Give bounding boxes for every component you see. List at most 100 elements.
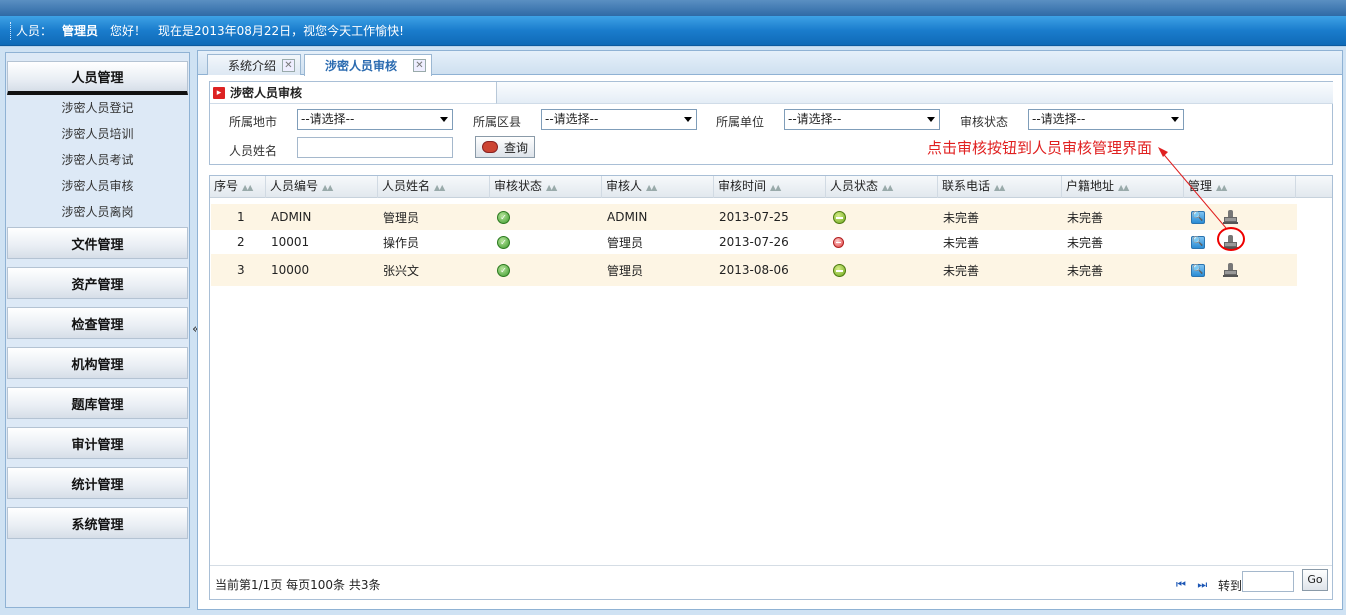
approved-check-icon: ✓ xyxy=(497,263,510,277)
table-row[interactable]: 2 10001 操作员 ✓ 管理员 2013-07-26 未完善 未完善 🔍 xyxy=(211,230,1297,254)
sidebar-group-system[interactable]: 系统管理 xyxy=(7,507,188,539)
cell-address: 未完善 xyxy=(1067,263,1104,278)
column-header[interactable]: 审核人 ▲▲ xyxy=(602,176,714,198)
column-header[interactable]: 联系电话 ▲▲ xyxy=(938,176,1062,198)
sidebar: 人员管理 涉密人员登记 涉密人员培训 涉密人员考试 涉密人员审核 涉密人员离岗 … xyxy=(5,52,190,608)
column-header[interactable]: 审核状态 ▲▲ xyxy=(490,176,602,198)
pager-info: 当前第1/1页 每页100条 共3条 xyxy=(215,578,381,592)
person-name-input[interactable] xyxy=(297,137,453,158)
sidebar-group-audit-log[interactable]: 审计管理 xyxy=(7,427,188,459)
table-row[interactable]: 1 ADMIN 管理员 ✓ ADMIN 2013-07-25 未完善 未完善 🔍 xyxy=(211,204,1297,230)
cell-id: ADMIN xyxy=(271,210,312,224)
sidebar-item-exam[interactable]: 涉密人员考试 xyxy=(6,147,189,173)
column-header[interactable]: 人员编号 ▲▲ xyxy=(266,176,378,198)
user-name: 管理员 xyxy=(62,24,99,38)
cell-id: 10000 xyxy=(271,263,310,277)
unit-select[interactable]: --请选择-- xyxy=(784,109,940,130)
cell-phone: 未完善 xyxy=(943,263,980,278)
sidebar-group-label: 机构管理 xyxy=(71,357,124,373)
cell-name: 操作员 xyxy=(383,235,420,250)
cell-audit-status: ✓ xyxy=(497,204,510,230)
query-button-label: 查询 xyxy=(504,140,529,155)
sidebar-item-registration[interactable]: 涉密人员登记 xyxy=(6,95,189,121)
personnel-table: 序号 ▲▲ 人员编号 ▲▲ 人员姓名 ▲▲ 审核状态 ▲▲ 审核人 ▲▲ 审核时间 ▲▲ 人… xyxy=(209,175,1333,600)
cell-manage: 🔍 xyxy=(1191,230,1205,254)
sort-icon: ▲▲ xyxy=(1216,183,1227,192)
close-tab-icon[interactable]: ✕ xyxy=(413,59,426,72)
sidebar-group-inspection[interactable]: 检查管理 xyxy=(7,307,188,339)
audit-status-select-value: --请选择-- xyxy=(1032,112,1086,126)
audit-status-select[interactable]: --请选择-- xyxy=(1028,109,1184,130)
column-header[interactable]: 审核时间 ▲▲ xyxy=(714,176,826,198)
status-green-icon xyxy=(833,210,846,224)
goto-label: 转到 xyxy=(1218,579,1243,593)
tab-bar: 系统介绍 ✕ 涉密人员审核 ✕ xyxy=(198,51,1342,76)
cell-auditor: ADMIN xyxy=(607,210,648,224)
city-label: 所属地市 xyxy=(229,115,278,129)
view-icon[interactable]: 🔍 xyxy=(1191,263,1205,277)
tab-system-intro[interactable]: 系统介绍 ✕ xyxy=(207,54,301,75)
column-header[interactable]: 管理 ▲▲ xyxy=(1184,176,1296,198)
cell-manage-audit xyxy=(1223,254,1238,286)
sort-icon: ▲▲ xyxy=(242,183,253,192)
status-green-icon xyxy=(833,263,846,277)
main-panel: 系统介绍 ✕ 涉密人员审核 ✕ ▸ 涉密人员审核 所属地市 --请选择-- 所属… xyxy=(197,50,1343,610)
search-panel-titlebar xyxy=(496,82,1333,104)
sidebar-group-assets[interactable]: 资产管理 xyxy=(7,267,188,299)
tab-personnel-audit[interactable]: 涉密人员审核 ✕ xyxy=(304,54,432,76)
cell-name: 张兴文 xyxy=(383,263,420,278)
sidebar-group-label: 文件管理 xyxy=(71,237,124,253)
page-nav-icons[interactable]: ⏮ ⏭ xyxy=(1176,578,1211,592)
top-banner xyxy=(0,0,1346,16)
sidebar-item-leave[interactable]: 涉密人员离岗 xyxy=(6,199,189,225)
chevron-down-icon xyxy=(1171,117,1179,122)
go-button[interactable]: Go xyxy=(1302,569,1328,591)
sort-icon: ▲▲ xyxy=(646,183,657,192)
sidebar-group-label: 检查管理 xyxy=(71,317,124,333)
sort-icon: ▲▲ xyxy=(546,183,557,192)
goto-page-input[interactable] xyxy=(1242,571,1294,592)
cell-audit-time: 2013-07-25 xyxy=(719,210,789,224)
column-header[interactable]: 人员状态 ▲▲ xyxy=(826,176,938,198)
sidebar-group-statistics[interactable]: 统计管理 xyxy=(7,467,188,499)
sidebar-item-audit[interactable]: 涉密人员审核 xyxy=(6,173,189,199)
date-message: 现在是2013年08月22日，视您今天工作愉快! xyxy=(158,24,404,38)
table-row[interactable]: 3 10000 张兴文 ✓ 管理员 2013-08-06 未完善 未完善 🔍 xyxy=(211,254,1297,286)
column-header-label: 户籍地址 xyxy=(1066,179,1115,193)
district-select[interactable]: --请选择-- xyxy=(541,109,697,130)
view-icon[interactable]: 🔍 xyxy=(1191,210,1205,224)
sidebar-group-organization[interactable]: 机构管理 xyxy=(7,347,188,379)
city-select[interactable]: --请选择-- xyxy=(297,109,453,130)
tab-label: 涉密人员审核 xyxy=(325,59,398,73)
cell-phone: 未完善 xyxy=(943,235,980,250)
column-header[interactable]: 户籍地址 ▲▲ xyxy=(1062,176,1184,198)
search-panel-title-text: 涉密人员审核 xyxy=(230,86,303,100)
close-tab-icon[interactable]: ✕ xyxy=(282,59,295,72)
view-icon[interactable]: 🔍 xyxy=(1191,235,1205,249)
column-header[interactable]: 序号 ▲▲ xyxy=(210,176,266,198)
district-label: 所属区县 xyxy=(473,115,522,129)
sort-icon: ▲▲ xyxy=(994,183,1005,192)
audit-stamp-icon[interactable] xyxy=(1223,209,1238,225)
tab-label: 系统介绍 xyxy=(228,58,277,73)
table-header: 序号 ▲▲ 人员编号 ▲▲ 人员姓名 ▲▲ 审核状态 ▲▲ 审核人 ▲▲ 审核时间 ▲▲ 人… xyxy=(210,176,1332,198)
city-select-value: --请选择-- xyxy=(301,112,355,126)
cell-no: 1 xyxy=(237,210,245,224)
cell-person-status xyxy=(833,254,846,286)
sidebar-item-training[interactable]: 涉密人员培训 xyxy=(6,121,189,147)
query-button[interactable]: 查询 xyxy=(475,136,535,158)
column-header-label: 审核人 xyxy=(606,179,643,193)
sort-icon: ▲▲ xyxy=(1118,183,1129,192)
cell-audit-time: 2013-07-26 xyxy=(719,235,789,249)
column-header[interactable]: 人员姓名 ▲▲ xyxy=(378,176,490,198)
sidebar-group-personnel[interactable]: 人员管理 xyxy=(7,61,188,95)
cell-name: 管理员 xyxy=(383,210,420,225)
search-magnifier-icon xyxy=(482,141,498,153)
sidebar-group-question-bank[interactable]: 题库管理 xyxy=(7,387,188,419)
column-header-label: 序号 xyxy=(214,179,239,193)
audit-stamp-icon[interactable] xyxy=(1223,262,1238,278)
column-header-label: 人员姓名 xyxy=(382,179,431,193)
sidebar-group-label: 统计管理 xyxy=(71,477,124,493)
approved-check-icon: ✓ xyxy=(497,235,510,249)
sidebar-group-files[interactable]: 文件管理 xyxy=(7,227,188,259)
